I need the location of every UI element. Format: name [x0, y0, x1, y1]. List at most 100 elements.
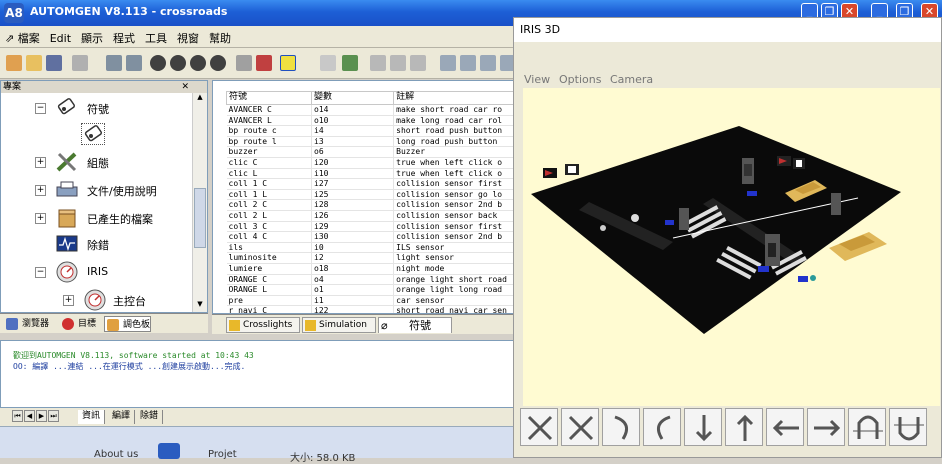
- arrow-down-icon[interactable]: [684, 408, 722, 446]
- tree-item-generated-files[interactable]: + 已產生的檔案: [1, 205, 191, 231]
- variable-cell[interactable]: i25: [311, 189, 395, 201]
- comment-cell[interactable]: short road navi car sen: [393, 305, 514, 313]
- table-row[interactable]: bp route c i4 short road push button: [226, 125, 514, 137]
- expand-icon[interactable]: +: [35, 213, 46, 224]
- table-row[interactable]: AVANCER Co14 make short road car ro: [226, 104, 514, 116]
- tab-target[interactable]: 目標: [60, 316, 96, 332]
- menu-program[interactable]: 程式: [108, 26, 140, 50]
- zoom-fit-icon[interactable]: [480, 55, 496, 71]
- table-row[interactable]: coll 1 Li25 collision sensor go lo: [226, 189, 514, 201]
- table-row[interactable]: pre i1 car sensor: [226, 295, 514, 307]
- scroll-up-icon[interactable]: ▲: [193, 93, 207, 105]
- variable-cell[interactable]: i2: [311, 252, 395, 264]
- next-tab-icon[interactable]: ▶: [36, 410, 47, 422]
- iris-menu-camera[interactable]: Camera: [610, 73, 653, 86]
- table-row[interactable]: r navi Ci22 short road navi car sen: [226, 305, 514, 313]
- symbol-cell[interactable]: luminosite: [226, 252, 313, 264]
- variable-cell[interactable]: o10: [311, 115, 395, 127]
- variable-cell[interactable]: i3: [311, 136, 395, 148]
- column-header-variable[interactable]: 變數: [311, 91, 395, 105]
- scrollbar-thumb[interactable]: [194, 188, 206, 248]
- close-panel-icon[interactable]: ✕: [181, 82, 189, 92]
- tree-scrollbar[interactable]: ▲ ▼: [192, 93, 207, 312]
- comment-cell[interactable]: collision sensor back: [393, 210, 514, 222]
- tree-item-symbols[interactable]: − 符號: [1, 95, 191, 121]
- symbol-cell[interactable]: r navi C: [226, 305, 313, 313]
- rotate-ccw-icon[interactable]: [643, 408, 681, 446]
- table-row[interactable]: coll 1 Ci27 collision sensor first: [226, 178, 514, 190]
- tab-info[interactable]: 資訊: [78, 410, 106, 424]
- stop-icon[interactable]: [190, 55, 206, 71]
- iris-menu-options[interactable]: Options: [559, 73, 601, 86]
- column-header-comment[interactable]: 註解: [393, 91, 514, 105]
- comment-cell[interactable]: orange light short road: [393, 274, 514, 286]
- symbol-cell[interactable]: clic L: [226, 168, 313, 180]
- scroll-down-icon[interactable]: ▼: [193, 300, 207, 312]
- symbol-cell[interactable]: clic C: [226, 157, 313, 169]
- symbol-cell[interactable]: buzzer: [226, 146, 313, 158]
- variable-cell[interactable]: o4: [311, 274, 395, 286]
- tree-item-symbols-child[interactable]: [1, 121, 191, 147]
- variable-cell[interactable]: o6: [311, 146, 395, 158]
- arrow-left-icon[interactable]: [766, 408, 804, 446]
- table-row[interactable]: ORANGE Co4 orange light short road: [226, 274, 514, 286]
- table-row[interactable]: coll 2 Ci28 collision sensor 2nd b: [226, 199, 514, 211]
- variable-cell[interactable]: i29: [311, 221, 395, 233]
- table-row[interactable]: coll 3 Ci29 collision sensor first: [226, 221, 514, 233]
- comment-cell[interactable]: light sensor: [393, 252, 514, 264]
- comment-cell[interactable]: true when left click o: [393, 168, 514, 180]
- symbol-cell[interactable]: coll 2 L: [226, 210, 313, 222]
- comment-cell[interactable]: Buzzer: [393, 146, 514, 158]
- go-icon[interactable]: [280, 55, 296, 71]
- redo-icon[interactable]: [126, 55, 142, 71]
- save-icon[interactable]: [46, 55, 62, 71]
- variable-cell[interactable]: i30: [311, 231, 395, 243]
- tab-debug[interactable]: 除錯: [136, 410, 164, 424]
- zoom-out-icon[interactable]: [561, 408, 599, 446]
- table-row[interactable]: buzzer o6 Buzzer: [226, 146, 514, 158]
- variable-cell[interactable]: i26: [311, 210, 395, 222]
- pause-icon[interactable]: [170, 55, 186, 71]
- tree-item-debug[interactable]: 除錯: [1, 231, 191, 257]
- expand-icon[interactable]: +: [35, 185, 46, 196]
- comment-cell[interactable]: make short road car ro: [393, 104, 514, 116]
- comment-cell[interactable]: make long road car rol: [393, 115, 514, 127]
- symbol-cell[interactable]: coll 3 C: [226, 221, 313, 233]
- iris-menu-view[interactable]: View: [524, 73, 550, 86]
- compile-icon[interactable]: [236, 55, 252, 71]
- symbol-cell[interactable]: coll 1 C: [226, 178, 313, 190]
- comment-cell[interactable]: car sensor: [393, 295, 514, 307]
- play-icon[interactable]: [210, 55, 226, 71]
- comment-cell[interactable]: short road push button: [393, 125, 514, 137]
- comment-cell[interactable]: ILS sensor: [393, 242, 514, 254]
- symbol-cell[interactable]: ils: [226, 242, 313, 254]
- step-back-icon[interactable]: [150, 55, 166, 71]
- symbol-cell[interactable]: ORANGE L: [226, 284, 313, 296]
- comment-cell[interactable]: collision sensor 2nd b: [393, 199, 514, 211]
- table-row[interactable]: ORANGE Lo1 orange light long road: [226, 284, 514, 296]
- zoom-in-icon[interactable]: [440, 55, 456, 71]
- symbol-cell[interactable]: AVANCER C: [226, 104, 313, 116]
- table-row[interactable]: coll 4 Ci30 collision sensor 2nd b: [226, 231, 514, 243]
- table-row[interactable]: AVANCER Lo10 make long road car rol: [226, 115, 514, 127]
- variable-cell[interactable]: i10: [311, 168, 395, 180]
- tilt-down-icon[interactable]: [889, 408, 927, 446]
- table-row[interactable]: lumiere o18 night mode: [226, 263, 514, 275]
- arrow-right-icon[interactable]: [807, 408, 845, 446]
- tree-item-console[interactable]: + 主控台: [1, 287, 191, 313]
- symbol-cell[interactable]: AVANCER L: [226, 115, 313, 127]
- variable-cell[interactable]: o14: [311, 104, 395, 116]
- table-row[interactable]: luminosite i2 light sensor: [226, 252, 514, 264]
- menu-edit[interactable]: Edit: [45, 28, 76, 49]
- debug-icon[interactable]: [256, 55, 272, 71]
- symbol-cell[interactable]: coll 4 C: [226, 231, 313, 243]
- 3d-viewport[interactable]: [523, 88, 940, 406]
- variable-cell[interactable]: i1: [311, 295, 395, 307]
- menu-file[interactable]: ⇗ 檔案: [0, 26, 45, 50]
- symbol-cell[interactable]: bp route c: [226, 125, 313, 137]
- new-icon[interactable]: [6, 55, 22, 71]
- table-row[interactable]: clic Li10 true when left click o: [226, 168, 514, 180]
- menu-window[interactable]: 視窗: [172, 26, 204, 50]
- variable-cell[interactable]: o18: [311, 263, 395, 275]
- variable-cell[interactable]: i27: [311, 178, 395, 190]
